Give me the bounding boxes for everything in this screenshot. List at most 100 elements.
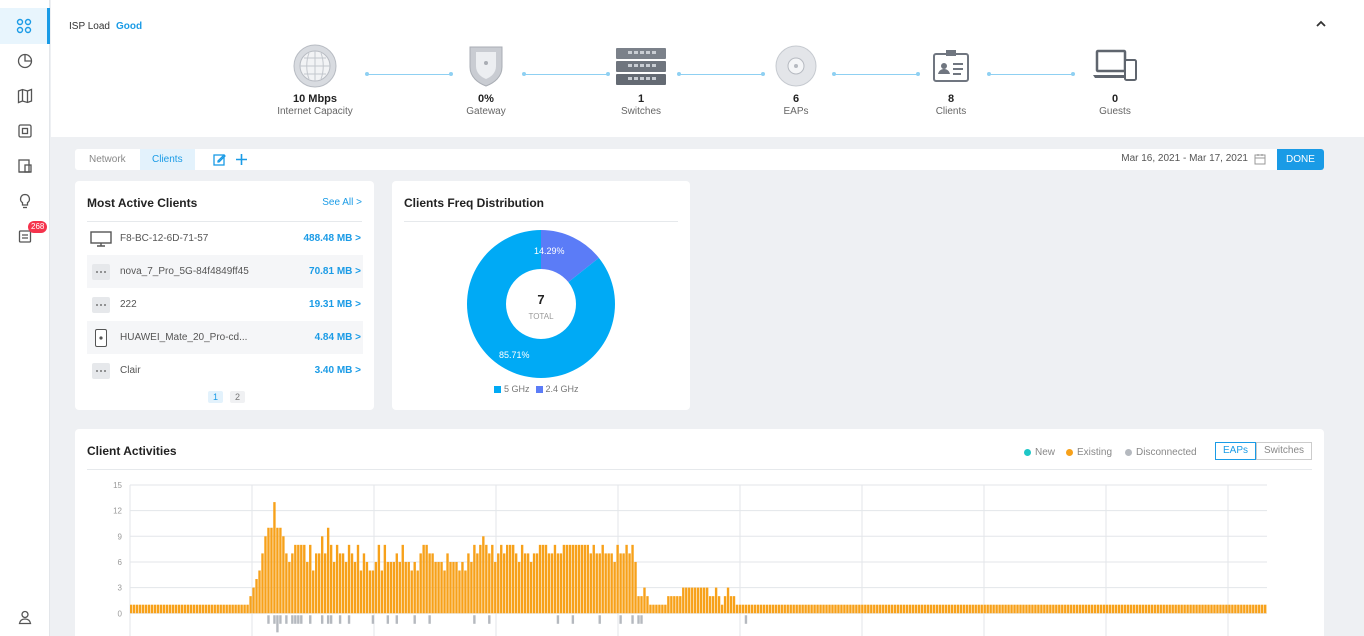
bar-existing[interactable] (320, 536, 324, 614)
bar-existing[interactable] (410, 570, 413, 614)
bar-existing[interactable] (649, 604, 652, 614)
bar-existing[interactable] (598, 553, 601, 614)
bar-existing[interactable] (607, 553, 610, 614)
bar-existing[interactable] (329, 544, 333, 614)
bar-existing[interactable] (902, 604, 906, 614)
bar-existing[interactable] (219, 604, 222, 614)
bar-existing[interactable] (473, 544, 476, 614)
bar-disconnected[interactable] (386, 615, 390, 624)
bar-existing[interactable] (353, 561, 357, 614)
bar-existing[interactable] (147, 604, 151, 614)
bar-existing[interactable] (652, 604, 655, 614)
bar-existing[interactable] (1216, 604, 1219, 614)
bar-existing[interactable] (479, 544, 482, 614)
bar-existing[interactable] (1004, 604, 1007, 614)
bar-existing[interactable] (920, 604, 924, 614)
bar-existing[interactable] (905, 604, 909, 614)
bar-existing[interactable] (1126, 604, 1130, 614)
bar-existing[interactable] (1162, 604, 1165, 614)
bar-existing[interactable] (664, 604, 667, 614)
bar-existing[interactable] (691, 587, 694, 614)
bar-existing[interactable] (1234, 604, 1237, 614)
bar-existing[interactable] (1156, 604, 1159, 614)
bar-existing[interactable] (780, 604, 783, 614)
bar-existing[interactable] (341, 553, 345, 614)
bar-existing[interactable] (261, 553, 264, 614)
bar-existing[interactable] (685, 587, 688, 614)
bar-existing[interactable] (377, 544, 381, 614)
bar-existing[interactable] (422, 544, 425, 614)
bar-disconnected[interactable] (631, 615, 634, 624)
bar-existing[interactable] (637, 596, 640, 614)
bar-existing[interactable] (837, 604, 840, 614)
bar-existing[interactable] (756, 604, 760, 614)
bar-existing[interactable] (380, 570, 384, 614)
bar-existing[interactable] (264, 536, 267, 614)
bar-existing[interactable] (810, 604, 813, 614)
bar-existing[interactable] (616, 544, 619, 614)
bar-existing[interactable] (419, 553, 422, 614)
bar-existing[interactable] (1040, 604, 1043, 614)
bar-existing[interactable] (998, 604, 1001, 614)
bar-existing[interactable] (1180, 604, 1183, 614)
bar-existing[interactable] (768, 604, 772, 614)
bar-existing[interactable] (583, 544, 586, 614)
bar-existing[interactable] (255, 579, 258, 614)
bar-existing[interactable] (855, 604, 858, 614)
bar-disconnected[interactable] (285, 615, 288, 624)
bar-existing[interactable] (1019, 604, 1022, 614)
bar-existing[interactable] (777, 604, 780, 614)
bar-disconnected[interactable] (488, 615, 491, 624)
bar-existing[interactable] (735, 604, 739, 614)
bar-existing[interactable] (1025, 604, 1028, 614)
bar-existing[interactable] (180, 604, 184, 614)
bar-existing[interactable] (1174, 604, 1177, 614)
bar-existing[interactable] (132, 604, 136, 614)
bar-existing[interactable] (1252, 604, 1255, 614)
bar-existing[interactable] (885, 604, 888, 614)
bar-existing[interactable] (1135, 604, 1139, 614)
bar-existing[interactable] (189, 604, 193, 614)
bar-existing[interactable] (1016, 604, 1019, 614)
bar-existing[interactable] (556, 553, 560, 614)
bar-existing[interactable] (682, 587, 685, 614)
bar-existing[interactable] (762, 604, 766, 614)
bar-existing[interactable] (326, 527, 330, 614)
bar-existing[interactable] (1043, 604, 1046, 614)
bar-existing[interactable] (392, 561, 395, 614)
bar-existing[interactable] (989, 604, 992, 614)
client-usage-link[interactable]: 488.48 MB > (303, 233, 361, 244)
bar-existing[interactable] (992, 604, 995, 614)
bar-existing[interactable] (658, 604, 661, 614)
bar-disconnected[interactable] (294, 615, 297, 624)
bar-existing[interactable] (879, 604, 882, 614)
bar-existing[interactable] (688, 587, 691, 614)
bar-existing[interactable] (300, 544, 303, 614)
bar-existing[interactable] (511, 544, 515, 614)
bar-existing[interactable] (538, 544, 542, 614)
bar-existing[interactable] (303, 544, 306, 614)
bar-existing[interactable] (849, 604, 852, 614)
bar-existing[interactable] (231, 604, 234, 614)
bar-disconnected[interactable] (556, 615, 560, 624)
bar-existing[interactable] (276, 527, 279, 614)
bar-existing[interactable] (1240, 604, 1243, 614)
bar-existing[interactable] (816, 604, 819, 614)
bar-existing[interactable] (550, 553, 554, 614)
bar-existing[interactable] (171, 604, 175, 614)
bar-existing[interactable] (1171, 604, 1174, 614)
bar-existing[interactable] (1084, 604, 1088, 614)
bar-existing[interactable] (559, 553, 563, 614)
bar-existing[interactable] (732, 596, 736, 614)
bar-disconnected[interactable] (300, 615, 303, 624)
bar-existing[interactable] (622, 553, 625, 614)
bar-existing[interactable] (601, 544, 604, 614)
bar-existing[interactable] (467, 553, 470, 614)
bar-existing[interactable] (592, 544, 595, 614)
bar-existing[interactable] (368, 570, 372, 614)
bar-existing[interactable] (747, 604, 751, 614)
bar-existing[interactable] (1144, 604, 1148, 614)
client-row[interactable]: 222 19.31 MB > (87, 288, 363, 321)
bar-existing[interactable] (822, 604, 825, 614)
bar-existing[interactable] (1111, 604, 1115, 614)
